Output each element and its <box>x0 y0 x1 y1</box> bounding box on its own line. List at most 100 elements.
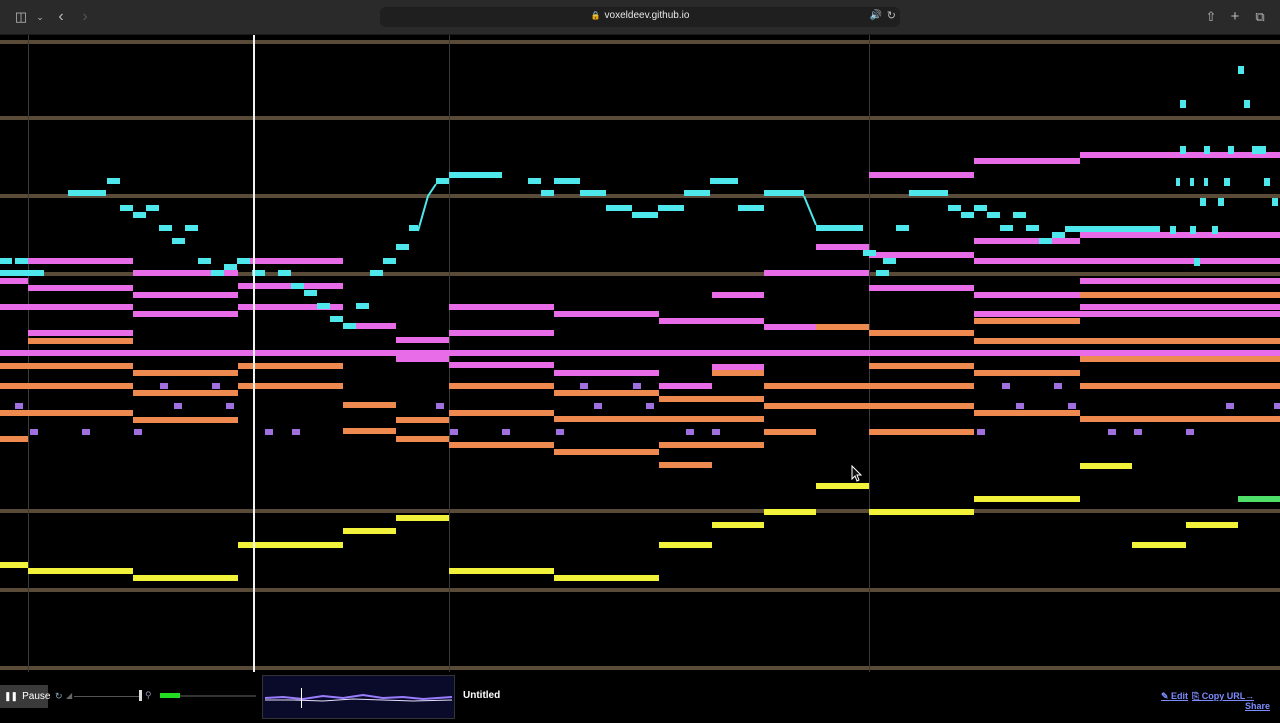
speaker-icon[interactable]: 🔊 <box>870 10 882 21</box>
playhead-line <box>253 35 255 672</box>
yellow-note <box>0 562 28 568</box>
mouse-cursor <box>851 464 863 482</box>
volume-icon[interactable]: ◢ <box>66 691 72 700</box>
music-visualizer[interactable] <box>0 35 1280 672</box>
cyan-note <box>278 270 291 276</box>
back-icon[interactable]: ‹ <box>52 8 70 26</box>
pink-note <box>816 244 869 250</box>
purple-note <box>556 429 564 435</box>
cyan-note <box>1218 198 1224 206</box>
orange-note <box>0 436 28 442</box>
forward-icon[interactable]: › <box>76 8 94 26</box>
purple-note <box>160 383 168 389</box>
orange-note <box>396 417 449 423</box>
cyan-note <box>1244 100 1250 108</box>
lane-separator <box>0 40 1280 44</box>
cyan-note <box>68 190 106 196</box>
orange-note <box>1080 383 1280 389</box>
cyan-note <box>396 244 409 250</box>
reload-icon[interactable]: ↻ <box>887 9 896 22</box>
cyan-note <box>541 190 554 196</box>
cyan-note <box>1026 225 1039 231</box>
yellow-note <box>396 515 449 521</box>
purple-note <box>292 429 300 435</box>
orange-note <box>554 416 659 422</box>
tabs-icon[interactable]: ⧉ <box>1251 8 1269 26</box>
pause-button[interactable]: ❚❚ Pause <box>0 685 50 708</box>
pink-note <box>869 285 974 291</box>
cyan-note <box>1200 198 1206 206</box>
cyan-note <box>1065 226 1160 232</box>
pink-note <box>1080 311 1280 317</box>
orange-note <box>764 429 816 435</box>
cyan-note <box>658 205 684 211</box>
pink-note <box>974 258 1080 264</box>
lock-icon: 🔒 <box>590 11 601 20</box>
orange-note <box>764 403 869 409</box>
cyan-note <box>1180 100 1186 108</box>
orange-note <box>449 410 554 416</box>
purple-note <box>977 429 985 435</box>
pink-note <box>1080 232 1280 238</box>
orange-note <box>869 383 974 389</box>
lane-separator <box>0 194 1280 198</box>
cyan-note <box>987 212 1000 218</box>
seek-slider[interactable] <box>74 696 140 697</box>
zoom-icon[interactable]: ⚲ <box>145 690 152 701</box>
piano-roll-canvas <box>0 35 1280 672</box>
cyan-note <box>863 250 876 256</box>
purple-note <box>1054 383 1062 389</box>
purple-note <box>1016 403 1024 409</box>
url-text: voxeldeev.github.io <box>604 10 690 21</box>
green-note <box>1238 496 1280 502</box>
cyan-note <box>580 190 606 196</box>
orange-note <box>869 330 974 336</box>
seek-handle[interactable] <box>139 690 142 701</box>
purple-note <box>1108 429 1116 435</box>
cyan-note <box>738 205 764 211</box>
pink-note <box>449 362 554 368</box>
purple-note <box>174 403 182 409</box>
orange-note <box>1080 416 1280 422</box>
url-display: 🔒 voxeldeev.github.io <box>380 10 900 21</box>
purple-note <box>1186 429 1194 435</box>
chevron-down-icon[interactable]: ⌄ <box>31 8 49 26</box>
pink-note <box>1080 304 1280 310</box>
orange-note <box>659 442 764 448</box>
orange-note <box>974 410 1080 416</box>
edit-link[interactable]: ✎ Edit <box>1161 691 1188 702</box>
cyan-note <box>1170 226 1176 234</box>
address-bar[interactable]: 🔒 voxeldeev.github.io 🔊 ↻ <box>380 7 900 27</box>
cyan-note <box>1272 198 1278 206</box>
orange-note <box>28 410 133 416</box>
cyan-note <box>1224 178 1230 186</box>
sidebar-icon[interactable]: ◫ <box>12 8 30 26</box>
pink-note <box>396 337 449 343</box>
orange-note <box>133 370 238 376</box>
yellow-note <box>764 509 816 515</box>
share-link[interactable]: → Share <box>1245 691 1280 711</box>
purple-note <box>436 403 444 409</box>
cyan-note <box>133 212 146 218</box>
song-minimap[interactable] <box>262 675 455 719</box>
share-icon[interactable]: ⇧ <box>1202 8 1220 26</box>
cyan-note <box>237 258 250 264</box>
pink-note <box>712 364 764 370</box>
cyan-note <box>554 178 580 184</box>
yellow-note <box>28 568 133 574</box>
plus-icon[interactable]: + <box>1226 8 1244 26</box>
purple-note <box>594 403 602 409</box>
cyan-glide <box>803 195 817 226</box>
cyan-note <box>1204 178 1208 186</box>
orange-note <box>449 383 554 389</box>
cyan-note <box>343 323 356 329</box>
purple-note <box>450 429 458 435</box>
loop-icon[interactable]: ↻ <box>55 691 63 702</box>
purple-note <box>212 383 220 389</box>
cyan-note <box>1052 232 1065 238</box>
copy-url-link[interactable]: ⎘ Copy URL <box>1192 691 1245 702</box>
cyan-note <box>909 190 948 196</box>
cyan-note <box>159 225 172 231</box>
cyan-note <box>876 270 889 276</box>
orange-note <box>869 429 974 435</box>
